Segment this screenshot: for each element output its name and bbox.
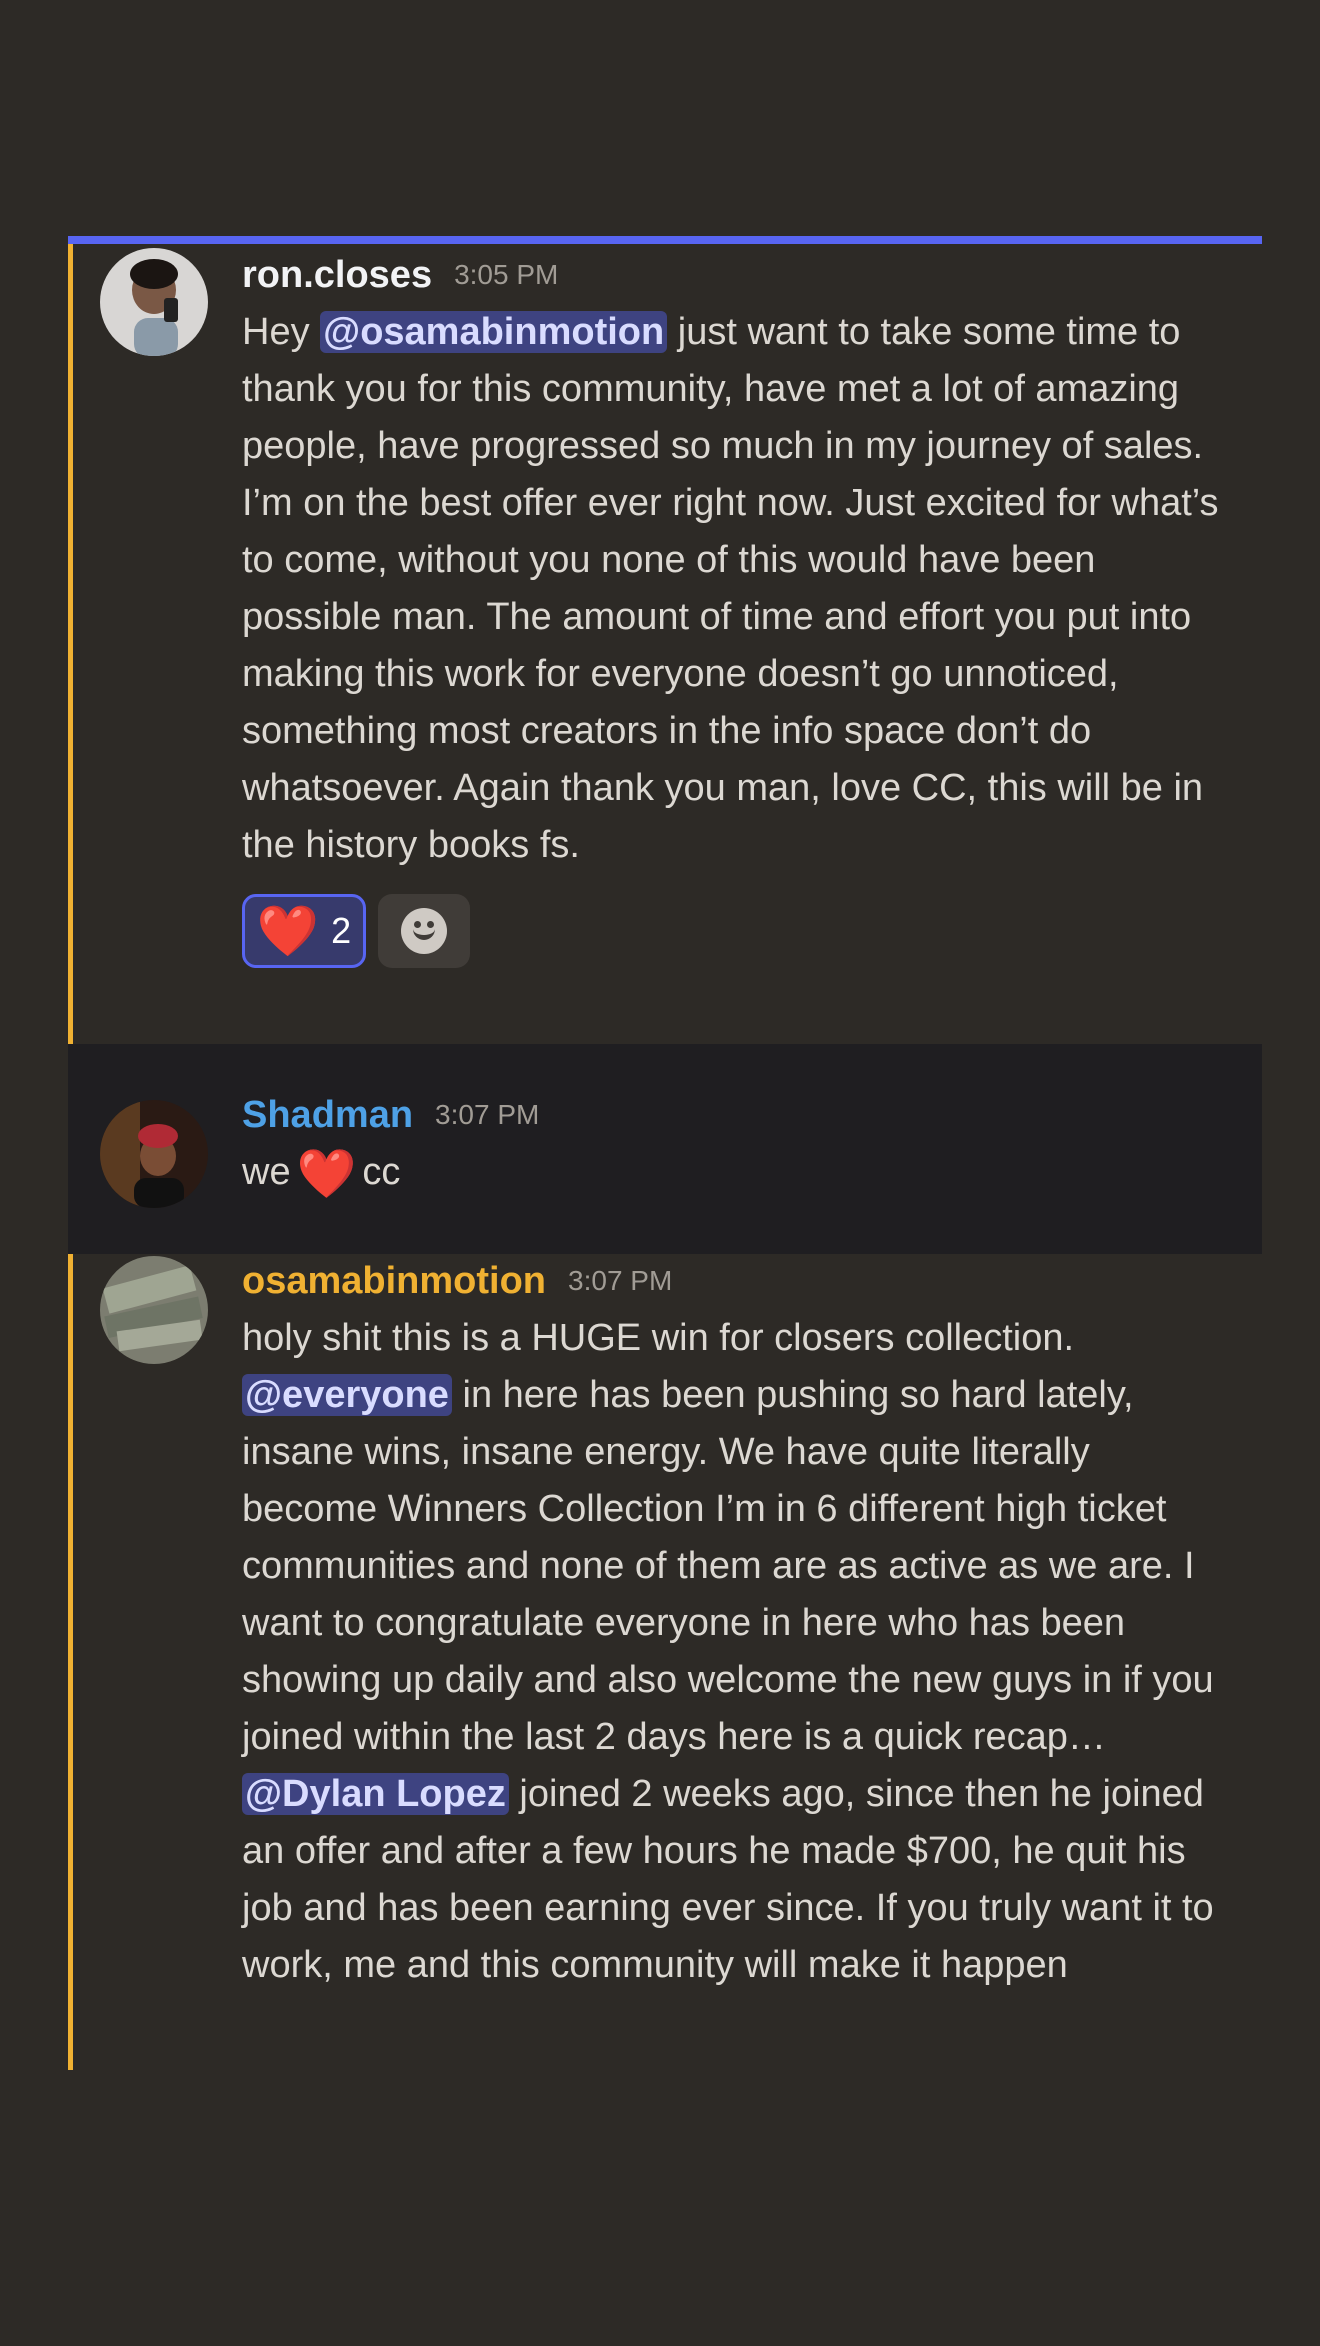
message-shadman[interactable]: Shadman 3:07 PM we ❤️ cc bbox=[68, 1044, 1262, 1254]
message-ron-closes[interactable]: ron.closes 3:05 PM Hey @osamabinmotion j… bbox=[68, 244, 1262, 1044]
message-body: holy shit this is a HUGE win for closers… bbox=[242, 1310, 1232, 1994]
reaction-count: 2 bbox=[331, 910, 352, 951]
message-text: cc bbox=[362, 1151, 401, 1193]
message-text: in here has been pushing so hard lately,… bbox=[242, 1374, 1214, 1758]
message-text: just want to take some time to thank you… bbox=[242, 311, 1219, 866]
mention-highlight-bar bbox=[68, 244, 73, 1044]
avatar[interactable] bbox=[100, 248, 208, 356]
username[interactable]: Shadman bbox=[242, 1094, 413, 1137]
reactions-bar: ❤️ 2 bbox=[242, 894, 1232, 968]
timestamp: 3:05 PM bbox=[454, 259, 559, 290]
avatar[interactable] bbox=[100, 1100, 208, 1208]
message-body: Hey @osamabinmotion just want to take so… bbox=[242, 304, 1232, 874]
everyone-mention[interactable]: @everyone bbox=[242, 1374, 452, 1416]
message-text: Hey bbox=[242, 311, 321, 353]
message-body: we ❤️ cc bbox=[242, 1144, 1232, 1203]
new-messages-divider bbox=[68, 236, 1262, 244]
username[interactable]: osamabinmotion bbox=[242, 1260, 546, 1303]
username[interactable]: ron.closes bbox=[242, 254, 432, 297]
user-mention[interactable]: @Dylan Lopez bbox=[242, 1773, 509, 1815]
smiley-icon bbox=[401, 908, 447, 954]
add-reaction-button[interactable] bbox=[378, 894, 470, 968]
user-mention[interactable]: @osamabinmotion bbox=[320, 311, 668, 353]
timestamp: 3:07 PM bbox=[568, 1265, 673, 1296]
mention-highlight-bar bbox=[68, 1254, 73, 2070]
message-osamabinmotion[interactable]: osamabinmotion 3:07 PM holy shit this is… bbox=[68, 1254, 1262, 2070]
message-text: holy shit this is a HUGE win for closers… bbox=[242, 1317, 1075, 1359]
heart-emoji-icon: ❤️ bbox=[296, 1148, 357, 1201]
message-text: we bbox=[242, 1151, 291, 1193]
timestamp: 3:07 PM bbox=[435, 1099, 540, 1130]
heart-reaction-button[interactable]: ❤️ 2 bbox=[242, 894, 366, 968]
avatar[interactable] bbox=[100, 1256, 208, 1364]
heart-icon: ❤️ bbox=[256, 903, 320, 959]
